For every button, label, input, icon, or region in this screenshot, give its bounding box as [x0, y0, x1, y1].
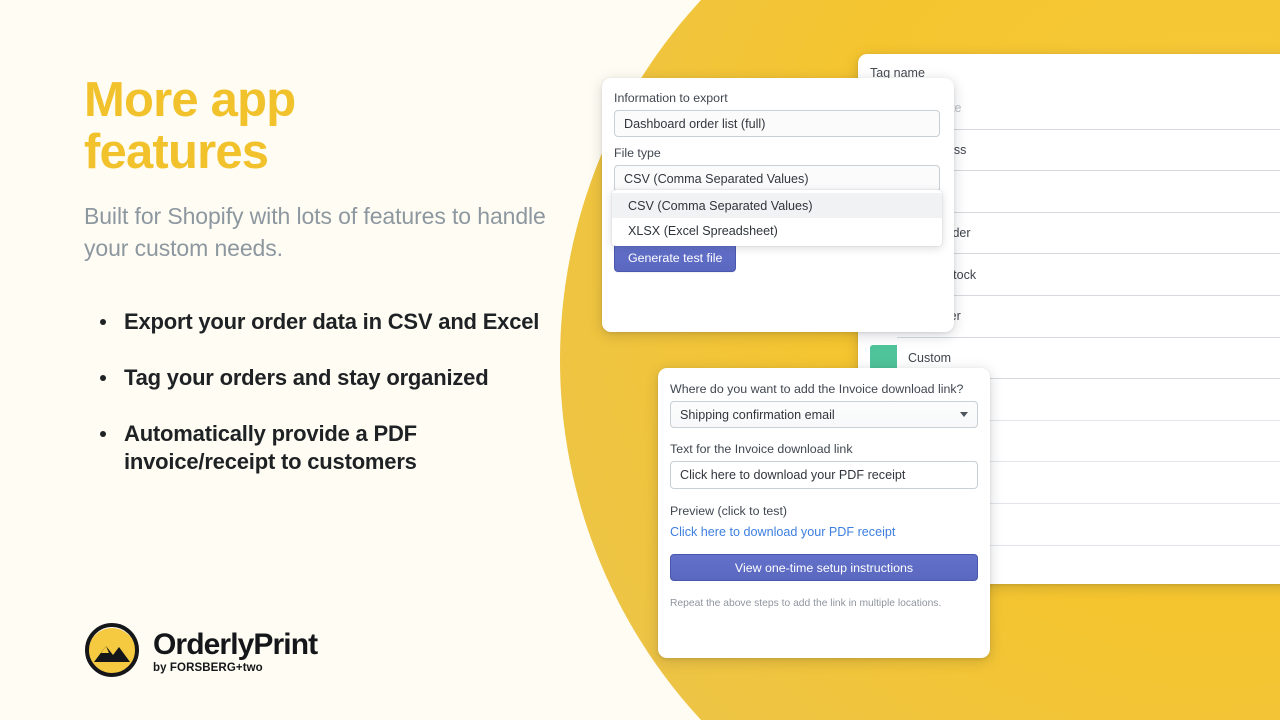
bullet-text: Automatically provide a PDF invoice/rece…: [124, 421, 417, 474]
hero-subheading: Built for Shopify with lots of features …: [84, 203, 546, 261]
bullet-dot-icon: [100, 319, 106, 325]
logo-name: OrderlyPrint: [153, 627, 318, 661]
file-type-select[interactable]: CSV (Comma Separated Values): [614, 165, 940, 192]
logo-wordmark: OrderlyPrint by FORSBERG+two: [153, 627, 318, 674]
page-title: More app features: [84, 74, 554, 178]
file-type-label: File type: [614, 146, 661, 160]
headline-line-2: features: [84, 125, 269, 179]
information-to-export-select[interactable]: Dashboard order list (full): [614, 110, 940, 137]
tag-name-input[interactable]: Out-of-stock: [897, 254, 1280, 296]
bullet-dot-icon: [100, 431, 106, 437]
preview-label: Preview (click to test): [670, 504, 788, 518]
file-type-dropdown-menu[interactable]: CSV (Comma Separated Values) XLSX (Excel…: [612, 190, 942, 246]
invoice-link-text-label: Text for the Invoice download link: [670, 442, 853, 456]
view-setup-instructions-button[interactable]: View one-time setup instructions: [670, 554, 978, 581]
invoice-location-value: Shipping confirmation email: [680, 407, 835, 422]
dropdown-option-xlsx[interactable]: XLSX (Excel Spreadsheet): [612, 218, 942, 243]
invoice-location-select[interactable]: Shipping confirmation email: [670, 401, 978, 428]
tag-name-input[interactable]: On-hold: [897, 171, 1280, 213]
hero-text-column: More app features Built for Shopify with…: [84, 74, 554, 504]
list-item: Export your order data in CSV and Excel: [84, 308, 554, 336]
tag-name-input[interactable]: Complete: [897, 88, 1280, 130]
feature-bullet-list: Export your order data in CSV and Excel …: [84, 308, 554, 476]
invoice-location-label: Where do you want to add the Invoice dow…: [670, 382, 964, 396]
list-item: Automatically provide a PDF invoice/rece…: [84, 420, 554, 476]
brand-logo: OrderlyPrint by FORSBERG+two: [82, 621, 318, 681]
generate-test-file-button[interactable]: Generate test file: [614, 243, 737, 272]
preview-download-link[interactable]: Click here to download your PDF receipt: [670, 525, 895, 539]
bullet-text: Export your order data in CSV and Excel: [124, 309, 540, 334]
bullet-dot-icon: [100, 375, 106, 381]
list-item: Tag your orders and stay organized: [84, 364, 554, 392]
chevron-down-icon: [960, 412, 968, 417]
headline-line-1: More app: [84, 73, 296, 127]
invoice-link-text-input[interactable]: Click here to download your PDF receipt: [670, 461, 978, 489]
invoice-link-settings-panel: Where do you want to add the Invoice dow…: [658, 368, 990, 658]
tag-name-input[interactable]: In-process: [897, 130, 1280, 172]
invoice-footnote: Repeat the above steps to add the link i…: [670, 598, 942, 609]
tag-name-input[interactable]: Pre-order: [897, 296, 1280, 338]
bullet-text: Tag your orders and stay organized: [124, 365, 489, 390]
tag-name-input[interactable]: Rush-order: [897, 213, 1280, 255]
logo-tagline: by FORSBERG+two: [153, 661, 263, 674]
orderlyprint-mountain-icon: [85, 623, 139, 677]
slide-canvas: More app features Built for Shopify with…: [0, 0, 1280, 720]
information-to-export-label: Information to export: [614, 91, 728, 105]
dropdown-option-csv[interactable]: CSV (Comma Separated Values): [612, 193, 942, 218]
